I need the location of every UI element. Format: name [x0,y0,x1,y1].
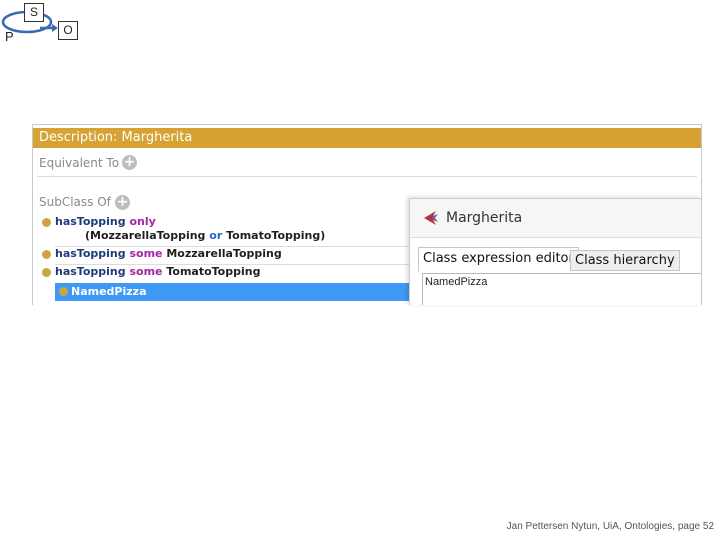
axiom-property: hasTopping [55,247,126,260]
class-expression-input[interactable]: NamedPizza [422,273,701,305]
tab-class-hierarchy[interactable]: Class hierarchy [570,250,680,271]
equivalent-to-label: Equivalent To [39,156,120,170]
spo-logo: S O P [0,0,90,48]
selected-class-label: NamedPizza [71,285,147,298]
predicate-label: P [5,29,14,44]
subclass-axiom-only-line2: (MozzarellaTopping or TomatoTopping) [85,229,325,247]
subclass-named-pizza-selected[interactable]: NamedPizza [55,283,435,301]
object-box: O [58,21,78,40]
subject-box: S [24,3,44,22]
axiom-property: hasTopping [55,215,126,228]
axiom-keyword: only [129,215,156,228]
axiom-or-keyword: or [209,229,223,242]
class-expression-value: NamedPizza [425,276,488,288]
add-equivalent-plus-icon[interactable]: + [122,155,137,170]
class-dot-icon [59,287,68,296]
description-title: Description: Margherita [39,130,193,145]
tab-class-expression-editor[interactable]: Class expression editor [418,247,579,272]
add-subclass-plus-icon[interactable]: + [115,195,130,210]
description-header: Description: Margherita [33,128,701,148]
axiom-keyword: some [129,247,163,260]
editor-title: Margherita [446,210,523,226]
axiom-class: MozzarellaTopping [166,247,282,260]
axiom-class-b: TomatoTopping [226,229,321,242]
paren-close: ) [320,229,326,242]
axiom-class-a: MozzarellaTopping [90,229,206,242]
subclass-axiom-some-mozzarella[interactable]: hasTopping some MozzarellaTopping [42,247,282,265]
class-axiom-dot-icon [42,268,51,277]
section-divider [37,176,697,177]
axiom-property: hasTopping [55,265,126,278]
protege-logo-icon [424,211,438,225]
class-axiom-dot-icon [42,250,51,259]
editor-title-bar: Margherita [410,199,701,238]
class-axiom-dot-icon [42,218,51,227]
class-expression-editor-window: Margherita Class expression editor Class… [409,198,701,305]
subclass-axiom-some-tomato[interactable]: hasTopping some TomatoTopping [42,265,261,283]
slide-footer: Jan Pettersen Nytun, UiA, Ontologies, pa… [506,521,714,532]
axiom-keyword: some [129,265,163,278]
subclass-of-label: SubClass Of [39,195,111,209]
axiom-class: TomatoTopping [166,265,261,278]
